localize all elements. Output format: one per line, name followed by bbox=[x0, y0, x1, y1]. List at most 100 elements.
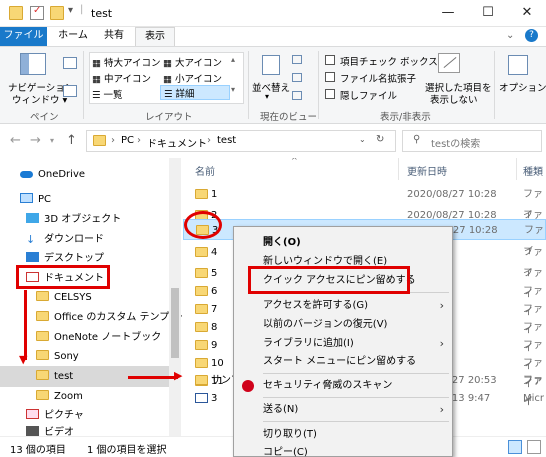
search-icon: ⚲ bbox=[413, 134, 421, 145]
details-view-icon[interactable] bbox=[508, 440, 522, 454]
chevron-right-icon: › bbox=[137, 135, 141, 146]
download-icon: ↓ bbox=[26, 233, 36, 246]
layout-extra-large-icons[interactable]: ▦ 特大アイコン bbox=[92, 55, 161, 69]
nav-item-test[interactable]: test bbox=[36, 368, 73, 386]
layout-more-icon[interactable]: ▾ bbox=[231, 85, 235, 94]
sort-button[interactable]: 並べ替え bbox=[252, 80, 290, 94]
breadcrumb-documents[interactable]: ドキュメント bbox=[147, 135, 207, 150]
column-header-name[interactable]: 名前 bbox=[195, 163, 215, 178]
column-divider[interactable] bbox=[516, 158, 517, 180]
minimize-button[interactable]: — bbox=[433, 4, 463, 22]
hide-selected-icon bbox=[438, 53, 460, 73]
submenu-arrow-icon: › bbox=[439, 299, 444, 312]
nav-item-sony[interactable]: Sony bbox=[36, 348, 79, 366]
tab-file[interactable]: ファイル bbox=[0, 27, 47, 46]
nav-item-pc[interactable]: PC bbox=[20, 191, 51, 209]
submenu-arrow-icon: › bbox=[439, 403, 444, 416]
layout-scroll-up-icon[interactable]: ▴ bbox=[231, 55, 235, 64]
table-row[interactable]: 1 2020/08/27 10:28 ファイ bbox=[183, 184, 546, 221]
sort-indicator-icon: ^ bbox=[291, 158, 298, 165]
ribbon-tabs: ファイル ホーム 共有 表示 ⌄ ? bbox=[0, 27, 546, 46]
annotation-arrow-down-head-icon: ▼ bbox=[19, 353, 28, 366]
tab-view[interactable]: 表示 bbox=[135, 27, 175, 46]
large-icons-view-icon[interactable] bbox=[527, 440, 541, 454]
folder-icon bbox=[195, 304, 208, 314]
nav-item-downloads[interactable]: ↓ ダウンロード bbox=[26, 231, 104, 249]
tab-share[interactable]: 共有 bbox=[97, 27, 131, 46]
menu-item-security-scan[interactable]: セキュリティ脅威のスキャン bbox=[234, 376, 452, 395]
status-selected-count: 1 個の項目を選択 bbox=[87, 445, 167, 456]
menu-item-copy[interactable]: コピー(C) bbox=[234, 443, 452, 457]
tab-home[interactable]: ホーム bbox=[53, 27, 93, 46]
layout-details[interactable]: ☰ 詳細 bbox=[160, 85, 230, 100]
menu-item-send-to[interactable]: 送る(N) › bbox=[234, 400, 452, 419]
nav-item-onedrive[interactable]: OneDrive bbox=[20, 166, 85, 184]
search-box[interactable]: ⚲ testの検索 bbox=[402, 130, 542, 152]
hidden-files-checkbox[interactable] bbox=[325, 89, 335, 99]
cloud-icon bbox=[20, 171, 33, 178]
size-columns-icon[interactable] bbox=[292, 91, 302, 100]
column-header-date[interactable]: 更新日時 bbox=[407, 163, 447, 178]
layout-list[interactable]: ☰ 一覧 bbox=[92, 87, 123, 101]
status-item-count: 13 個の項目 bbox=[10, 445, 66, 456]
nav-item-pictures[interactable]: ピクチャ bbox=[26, 407, 84, 425]
up-icon[interactable]: ↑ bbox=[66, 133, 77, 148]
ribbon-separator bbox=[318, 51, 319, 119]
preview-pane-icon[interactable] bbox=[63, 57, 77, 69]
forward-icon[interactable]: → bbox=[30, 133, 41, 148]
folder-icon bbox=[36, 311, 49, 321]
chevron-right-icon: › bbox=[207, 135, 211, 146]
back-icon[interactable]: ← bbox=[10, 133, 21, 148]
breadcrumb-test[interactable]: test bbox=[217, 135, 236, 146]
close-button[interactable]: ✕ bbox=[512, 4, 542, 22]
navigation-pane-icon bbox=[20, 53, 46, 75]
layout-large-icons[interactable]: ▦ 大アイコン bbox=[163, 55, 222, 69]
add-columns-icon[interactable] bbox=[292, 73, 302, 82]
menu-item-open[interactable]: 開く(O) bbox=[234, 233, 452, 252]
folder-icon bbox=[195, 286, 208, 296]
layout-small-icons[interactable]: ▦ 小アイコン bbox=[163, 71, 222, 85]
nav-item-videos[interactable]: ビデオ bbox=[26, 424, 74, 436]
nav-item-celsys[interactable]: CELSYS bbox=[36, 289, 92, 307]
maximize-button[interactable]: ☐ bbox=[473, 4, 503, 22]
refresh-icon[interactable]: ↻ bbox=[376, 134, 384, 145]
nav-item-3d-objects[interactable]: 3D オブジェクト bbox=[26, 211, 121, 229]
sort-dropdown-icon[interactable]: ▾ bbox=[265, 92, 269, 101]
options-button[interactable]: オプション bbox=[499, 80, 546, 94]
nav-scrollbar-thumb[interactable] bbox=[171, 288, 179, 358]
menu-item-give-access[interactable]: アクセスを許可する(G) › bbox=[234, 296, 452, 315]
nav-scrollbar[interactable] bbox=[169, 158, 181, 436]
address-bar[interactable]: › PC › ドキュメント › test ⌄ ↻ bbox=[86, 130, 396, 152]
breadcrumb-pc[interactable]: PC bbox=[121, 135, 134, 146]
details-pane-icon[interactable] bbox=[63, 85, 77, 97]
group-label-current-view: 現在のビュー bbox=[260, 112, 318, 123]
column-header-type[interactable]: 種類 bbox=[523, 163, 543, 178]
hide-selected-button-2[interactable]: 表示しない bbox=[430, 92, 478, 106]
menu-item-add-to-library[interactable]: ライブラリに追加(I) › bbox=[234, 334, 452, 353]
menu-item-pin-start[interactable]: スタート メニューにピン留めする bbox=[234, 352, 452, 371]
navigation-pane-label-2[interactable]: ウィンドウ ▾ bbox=[12, 92, 67, 106]
column-divider[interactable] bbox=[398, 158, 399, 180]
title-bar: ✓ ▾ | test — ☐ ✕ bbox=[0, 0, 546, 27]
menu-item-restore-previous[interactable]: 以前のバージョンの復元(V) bbox=[234, 315, 452, 334]
group-by-icon[interactable] bbox=[292, 55, 302, 64]
file-extensions-checkbox[interactable] bbox=[325, 72, 335, 82]
nav-item-onenote[interactable]: OneNote ノートブック bbox=[36, 329, 161, 347]
folder-icon bbox=[195, 375, 208, 385]
submenu-arrow-icon: › bbox=[439, 337, 444, 350]
item-checkboxes-checkbox[interactable] bbox=[325, 55, 335, 65]
ribbon-collapse-icon[interactable]: ⌄ bbox=[506, 30, 514, 41]
group-label-show-hide: 表示/非表示 bbox=[380, 112, 431, 123]
nav-item-office-templates[interactable]: Office のカスタム テンプレー bbox=[36, 309, 182, 327]
menu-item-cut[interactable]: 切り取り(T) bbox=[234, 425, 452, 444]
folder-icon bbox=[195, 189, 208, 199]
recent-dropdown-icon[interactable]: ▾ bbox=[50, 136, 54, 145]
layout-medium-icons[interactable]: ▦ 中アイコン bbox=[92, 71, 151, 85]
properties-icon[interactable]: ✓ bbox=[30, 5, 44, 20]
address-dropdown-icon[interactable]: ⌄ bbox=[359, 135, 366, 144]
help-icon[interactable]: ? bbox=[525, 29, 538, 42]
search-placeholder: testの検索 bbox=[431, 139, 481, 150]
new-folder-icon[interactable] bbox=[50, 6, 64, 20]
nav-item-zoom[interactable]: Zoom bbox=[36, 388, 83, 406]
quick-access-dropdown-icon[interactable]: ▾ bbox=[68, 5, 73, 16]
